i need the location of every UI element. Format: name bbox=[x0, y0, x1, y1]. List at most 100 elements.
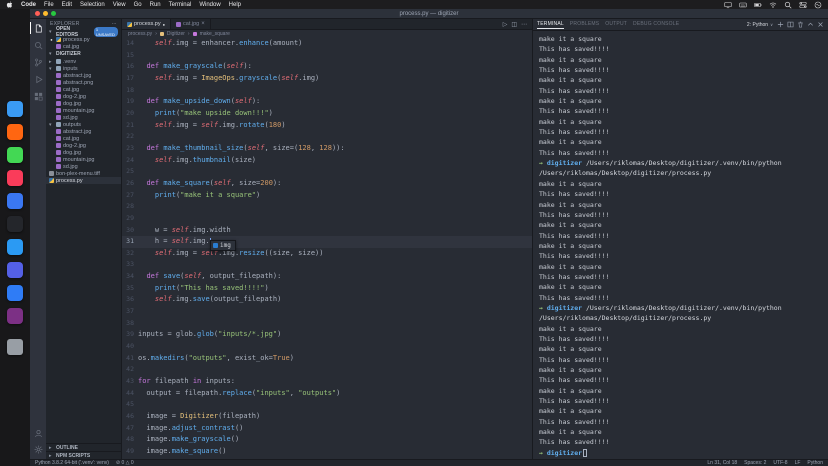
tree-item-cat.jpg[interactable]: cat.jpg bbox=[46, 135, 121, 142]
code-line[interactable]: 14 self.img = enhancer.enhance(amount) bbox=[122, 38, 532, 50]
breadcrumb-process.py[interactable]: process.py bbox=[128, 31, 152, 37]
menu-item-help[interactable]: Help bbox=[229, 2, 241, 8]
menu-item-terminal[interactable]: Terminal bbox=[169, 2, 192, 8]
spotlight-search-icon[interactable] bbox=[784, 1, 792, 9]
menu-item-window[interactable]: Window bbox=[199, 2, 220, 8]
code-line[interactable]: 30 w = self.img.width bbox=[122, 225, 532, 237]
code-line[interactable]: 29 bbox=[122, 213, 532, 225]
terminal-content[interactable]: make it a squareThis has saved!!!!make i… bbox=[533, 31, 828, 459]
dock-finder-icon[interactable] bbox=[7, 101, 23, 117]
indentation-item[interactable]: Spaces: 2 bbox=[744, 460, 766, 466]
code-line[interactable]: 22 bbox=[122, 131, 532, 143]
open-editor-item-process.py[interactable]: ●process.py bbox=[46, 36, 121, 43]
breadcrumb-Digitizer[interactable]: Digitizer bbox=[167, 31, 185, 37]
dock-firefox-icon[interactable] bbox=[7, 124, 23, 140]
keyboard-icon[interactable] bbox=[739, 1, 747, 9]
close-window-button[interactable] bbox=[35, 11, 40, 16]
cursor-position-item[interactable]: Ln 31, Col 18 bbox=[707, 460, 737, 466]
source-control-icon[interactable] bbox=[30, 56, 46, 68]
code-line[interactable]: 24 self.img.thumbnail(size) bbox=[122, 155, 532, 167]
panel-tab-debug-console[interactable]: DEBUG CONSOLE bbox=[633, 21, 679, 29]
code-line[interactable]: 39inputs = glob.glob("inputs/*.jpg") bbox=[122, 329, 532, 341]
tree-item-dog.jpg[interactable]: dog.jpg bbox=[46, 149, 121, 156]
code-line[interactable]: 18 bbox=[122, 85, 532, 97]
siri-icon[interactable] bbox=[814, 1, 822, 9]
maximize-panel-button[interactable] bbox=[807, 21, 814, 28]
code-line[interactable]: 28 bbox=[122, 201, 532, 213]
menu-item-edit[interactable]: Edit bbox=[62, 2, 72, 8]
run-button[interactable]: ▷ bbox=[503, 21, 508, 28]
breadcrumb-make_square[interactable]: make_square bbox=[200, 31, 230, 37]
menu-item-selection[interactable]: Selection bbox=[80, 2, 105, 8]
code-line[interactable]: 20 print("make upside down!!!") bbox=[122, 108, 532, 120]
minimize-window-button[interactable] bbox=[43, 11, 48, 16]
code-line[interactable]: 40 bbox=[122, 341, 532, 353]
settings-gear-icon[interactable] bbox=[30, 443, 46, 455]
code-line[interactable]: 34 def save(self, output_filepath): bbox=[122, 271, 532, 283]
menu-item-run[interactable]: Run bbox=[150, 2, 161, 8]
tree-item-bon-plex-menu.tiff[interactable]: bon-plex-menu.tiff bbox=[46, 170, 121, 177]
dock-terminal-icon[interactable] bbox=[7, 216, 23, 232]
dock-mail-icon[interactable] bbox=[7, 193, 23, 209]
tree-item-process.py[interactable]: process.py bbox=[46, 177, 121, 184]
code-line[interactable]: 25 bbox=[122, 166, 532, 178]
menu-item-code[interactable]: Code bbox=[21, 2, 36, 8]
more-actions-button[interactable]: ⋯ bbox=[521, 21, 527, 28]
code-line[interactable]: 37 bbox=[122, 306, 532, 318]
code-line[interactable]: 33 bbox=[122, 259, 532, 271]
python-interpreter-item[interactable]: Python 3.8.2 64-bit ('.venv': venv) bbox=[35, 460, 109, 466]
more-actions-icon[interactable]: ⋯ bbox=[112, 21, 117, 27]
editor-tab-cat.jpg[interactable]: cat.jpg× bbox=[171, 19, 211, 29]
open-editor-item-cat.jpg[interactable]: cat.jpg bbox=[46, 43, 121, 50]
section-npm-scripts[interactable]: ▸NPM SCRIPTS bbox=[46, 451, 121, 459]
explorer-icon[interactable] bbox=[30, 22, 46, 34]
menu-item-go[interactable]: Go bbox=[134, 2, 142, 8]
run-debug-icon[interactable] bbox=[30, 73, 46, 85]
code-line[interactable]: 46 image = Digitizer(filepath) bbox=[122, 411, 532, 423]
editor-tab-process.py[interactable]: process.py● bbox=[122, 19, 171, 29]
code-line[interactable]: 21 self.img = self.img.rotate(180) bbox=[122, 120, 532, 132]
problems-item[interactable]: ⊘ 0 △ 0 bbox=[116, 460, 134, 466]
search-icon[interactable] bbox=[30, 39, 46, 51]
tree-item-inputs[interactable]: ▾inputs bbox=[46, 65, 121, 72]
code-line[interactable]: 48 image.make_grayscale() bbox=[122, 434, 532, 446]
code-line[interactable]: 23 def make_thumbnail_size(self, size=(1… bbox=[122, 143, 532, 155]
language-mode-item[interactable]: Python bbox=[807, 460, 823, 466]
control-center-icon[interactable] bbox=[799, 1, 807, 9]
dock-slack-icon[interactable] bbox=[7, 308, 23, 324]
menu-item-file[interactable]: File bbox=[44, 2, 54, 8]
terminal-prompt-line[interactable]: → digitizer bbox=[539, 448, 824, 458]
code-line[interactable]: 43for filepath in inputs: bbox=[122, 376, 532, 388]
dock-app-store-icon[interactable] bbox=[7, 285, 23, 301]
project-header[interactable]: ▾ DIGITIZER bbox=[46, 50, 121, 58]
code-area[interactable]: 14 self.img = enhancer.enhance(amount)15… bbox=[122, 38, 532, 459]
code-line[interactable]: 31 h = self.img. bbox=[122, 236, 532, 248]
tree-item-dog-2.jpg[interactable]: dog-2.jpg bbox=[46, 142, 121, 149]
close-icon[interactable]: × bbox=[201, 21, 205, 27]
close-panel-button[interactable] bbox=[817, 21, 824, 28]
code-line[interactable]: 38 bbox=[122, 318, 532, 330]
extensions-icon[interactable] bbox=[30, 90, 46, 102]
dock-whatsapp-icon[interactable] bbox=[7, 147, 23, 163]
tree-item-dog-2.jpg[interactable]: dog-2.jpg bbox=[46, 93, 121, 100]
new-terminal-button[interactable] bbox=[777, 21, 784, 28]
panel-tab-terminal[interactable]: TERMINAL bbox=[537, 21, 564, 29]
apple-menu-icon[interactable] bbox=[6, 1, 13, 8]
code-line[interactable]: 16 def make_grayscale(self): bbox=[122, 61, 532, 73]
code-line[interactable]: 35 print("This has saved!!!!") bbox=[122, 283, 532, 295]
code-line[interactable]: 32 self.img = self.img.resize((size, siz… bbox=[122, 248, 532, 260]
code-line[interactable]: 15 bbox=[122, 50, 532, 62]
panel-tab-output[interactable]: OUTPUT bbox=[605, 21, 627, 29]
open-editors-header[interactable]: ▾ OPEN EDITORS 1 UNSAVED bbox=[46, 28, 121, 36]
code-line[interactable]: 17 self.img = ImageOps.grayscale(self.im… bbox=[122, 73, 532, 85]
split-editor-button[interactable]: ◫ bbox=[511, 21, 517, 28]
code-line[interactable]: 27 print("make it a square") bbox=[122, 190, 532, 202]
titlebar[interactable]: process.py — digitizer bbox=[30, 9, 828, 19]
encoding-item[interactable]: UTF-8 bbox=[773, 460, 787, 466]
dock-trash-icon[interactable] bbox=[7, 339, 23, 355]
tree-item-sd.jpg[interactable]: sd.jpg bbox=[46, 114, 121, 121]
split-terminal-button[interactable] bbox=[787, 21, 794, 28]
tree-item-abstract.jpg[interactable]: abstract.jpg bbox=[46, 72, 121, 79]
code-line[interactable]: 45 bbox=[122, 399, 532, 411]
code-line[interactable]: 19 def make_upside_down(self): bbox=[122, 96, 532, 108]
